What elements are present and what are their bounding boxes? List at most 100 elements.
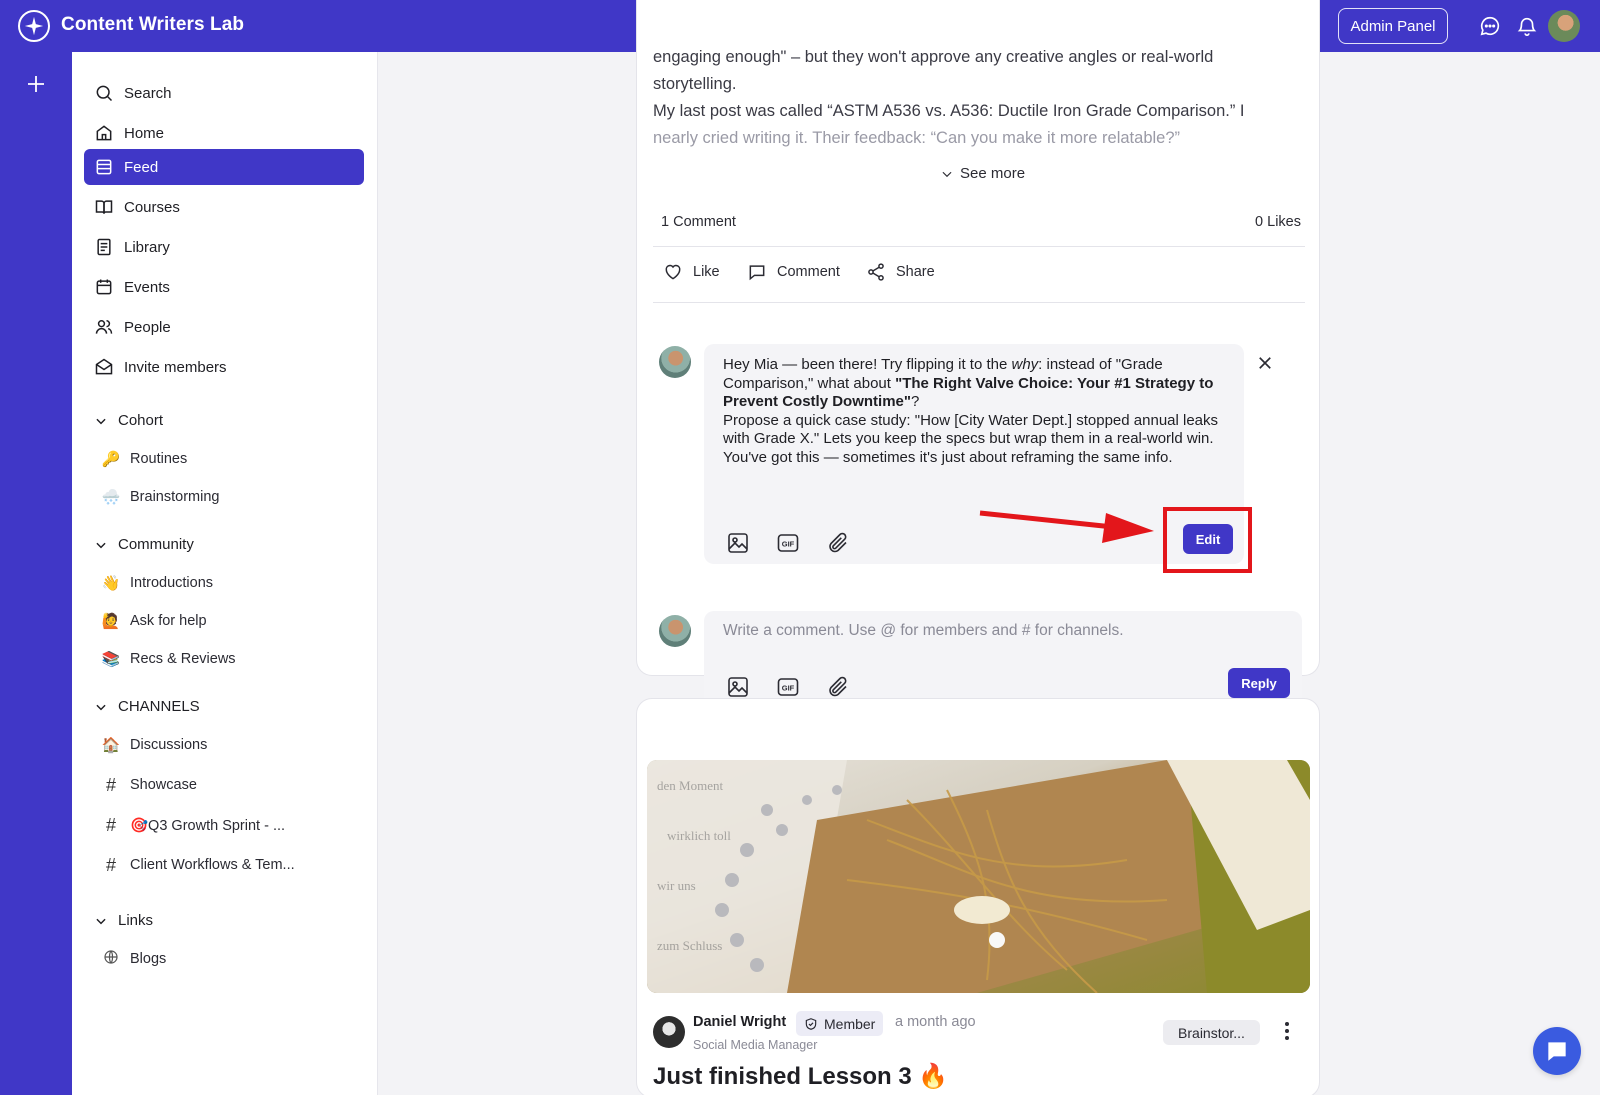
image-icon[interactable] [726, 675, 750, 699]
nav-library-label: Library [124, 238, 170, 256]
section-community[interactable]: Community [94, 536, 194, 553]
gif-icon[interactable]: GIF [776, 675, 800, 699]
nav-events-label: Events [124, 278, 170, 296]
author-name[interactable]: Daniel Wright [693, 1014, 786, 1030]
section-links[interactable]: Links [94, 912, 153, 929]
reply-placeholder[interactable]: Write a comment. Use @ for members and #… [723, 622, 1124, 640]
channel-showcase[interactable]: # Showcase [100, 773, 197, 797]
user-avatar[interactable] [1548, 10, 1580, 42]
channel-q3-growth-sprint[interactable]: # 🎯Q3 Growth Sprint - ... [100, 813, 285, 837]
channel-client-workflows[interactable]: # Client Workflows & Tem... [100, 853, 295, 877]
cloud-snow-icon: 🌨️ [101, 489, 121, 506]
comment-edit-text[interactable]: Hey Mia — been there! Try flipping it to… [723, 356, 1228, 467]
channel-brainstorming[interactable]: 🌨️ Brainstorming [100, 485, 220, 509]
comments-count[interactable]: 1 Comment [661, 214, 736, 230]
nav-invite[interactable]: Invite members [84, 349, 364, 385]
shield-check-icon [805, 1017, 817, 1030]
channel-label: Client Workflows & Tem... [130, 857, 295, 873]
comment-icon [749, 265, 765, 281]
link-label: Blogs [130, 951, 167, 967]
comment-label: Comment [777, 264, 840, 280]
nav-library[interactable]: Library [84, 229, 364, 265]
close-icon[interactable] [1256, 354, 1274, 372]
channel-label: Showcase [130, 777, 197, 793]
chevron-down-icon [942, 171, 952, 177]
nav-people-label: People [124, 318, 171, 336]
link-blogs[interactable]: Blogs [100, 947, 166, 971]
like-button[interactable]: Like [663, 262, 720, 282]
comment-paragraph: Hey Mia — been there! Try flipping it to… [723, 356, 1228, 412]
channel-label: Recs & Reviews [130, 651, 236, 667]
book-icon [95, 200, 113, 214]
nav-courses[interactable]: Courses [84, 189, 364, 225]
house-icon: 🏠 [101, 737, 121, 754]
feed-icon [96, 159, 112, 175]
paperclip-icon[interactable] [826, 531, 850, 555]
see-more-button[interactable]: See more [940, 165, 1025, 182]
channel-routines[interactable]: 🔑 Routines [100, 447, 188, 471]
divider [653, 246, 1305, 247]
paperclip-icon[interactable] [826, 675, 850, 699]
nav-people[interactable]: People [84, 309, 364, 345]
channel-recs-reviews[interactable]: 📚 Recs & Reviews [100, 647, 236, 671]
section-cohort[interactable]: Cohort [94, 412, 163, 429]
wave-icon: 👋 [101, 575, 121, 592]
channel-discussions[interactable]: 🏠 Discussions [100, 733, 208, 757]
hash-icon: # [105, 814, 116, 835]
svg-text:GIF: GIF [782, 540, 795, 549]
svg-text:den Moment: den Moment [657, 778, 723, 793]
app-title[interactable]: Content Writers Lab [61, 14, 244, 36]
share-label: Share [896, 264, 935, 280]
svg-text:wirklich toll: wirklich toll [667, 828, 731, 843]
comment-paragraph: You've got this — sometimes it's just ab… [723, 448, 1173, 466]
nav-search[interactable]: Search [84, 75, 364, 111]
nav-feed[interactable]: Feed [84, 149, 364, 185]
gif-icon[interactable]: GIF [776, 531, 800, 555]
channel-label: Introductions [130, 575, 214, 591]
channel-label: Routines [130, 451, 188, 467]
reply-button[interactable]: Reply [1228, 668, 1290, 698]
comment-button[interactable]: Comment [747, 262, 840, 282]
envelope-icon [95, 358, 113, 375]
bell-icon[interactable] [1516, 15, 1538, 37]
post-line: engaging enough" – but they won't approv… [653, 48, 1214, 66]
share-button[interactable]: Share [866, 262, 935, 282]
see-more-label: See more [960, 165, 1026, 182]
more-options-icon[interactable] [1283, 1020, 1291, 1042]
chat-support-button[interactable] [1533, 1027, 1581, 1075]
author-role: Social Media Manager [693, 1038, 818, 1052]
text-run: Hey Mia — been there! Try flipping it to… [723, 356, 1012, 373]
post-image[interactable]: den Moment wirklich toll wir uns zum Schlus… [647, 760, 1310, 993]
channel-ask-for-help[interactable]: 🙋 Ask for help [100, 609, 207, 633]
section-channels[interactable]: CHANNELS [94, 698, 200, 715]
likes-count[interactable]: 0 Likes [1255, 214, 1301, 230]
highlight-box [1163, 507, 1252, 573]
chat-icon[interactable] [1479, 15, 1501, 37]
post-title[interactable]: Just finished Lesson 3 🔥 [653, 1062, 948, 1091]
admin-panel-button[interactable]: Admin Panel [1338, 8, 1448, 44]
section-community-title: Community [118, 536, 194, 553]
nav-events[interactable]: Events [84, 269, 364, 305]
image-icon[interactable] [726, 531, 750, 555]
document-icon [97, 238, 111, 256]
section-links-title: Links [118, 912, 154, 929]
chevron-down-icon [96, 918, 106, 924]
like-label: Like [693, 264, 720, 280]
nav-home[interactable]: Home [84, 115, 364, 151]
author-avatar[interactable] [653, 1016, 685, 1048]
heart-icon [665, 264, 681, 280]
chat-bubble-icon [1548, 1042, 1566, 1061]
channel-label: Ask for help [130, 613, 207, 629]
chevron-down-icon [96, 542, 106, 548]
channel-introductions[interactable]: 👋 Introductions [100, 571, 213, 595]
current-user-avatar[interactable] [659, 615, 691, 647]
plus-icon[interactable] [24, 72, 48, 96]
commenter-avatar[interactable] [659, 346, 691, 378]
channel-label: Brainstorming [130, 489, 220, 505]
globe-icon [100, 949, 122, 969]
app-logo-icon[interactable] [18, 10, 50, 42]
nav-search-label: Search [124, 84, 172, 102]
channel-tag[interactable]: Brainstor... [1163, 1020, 1260, 1045]
text-run-italic: why [1011, 356, 1039, 373]
text-run: ? [910, 393, 920, 410]
